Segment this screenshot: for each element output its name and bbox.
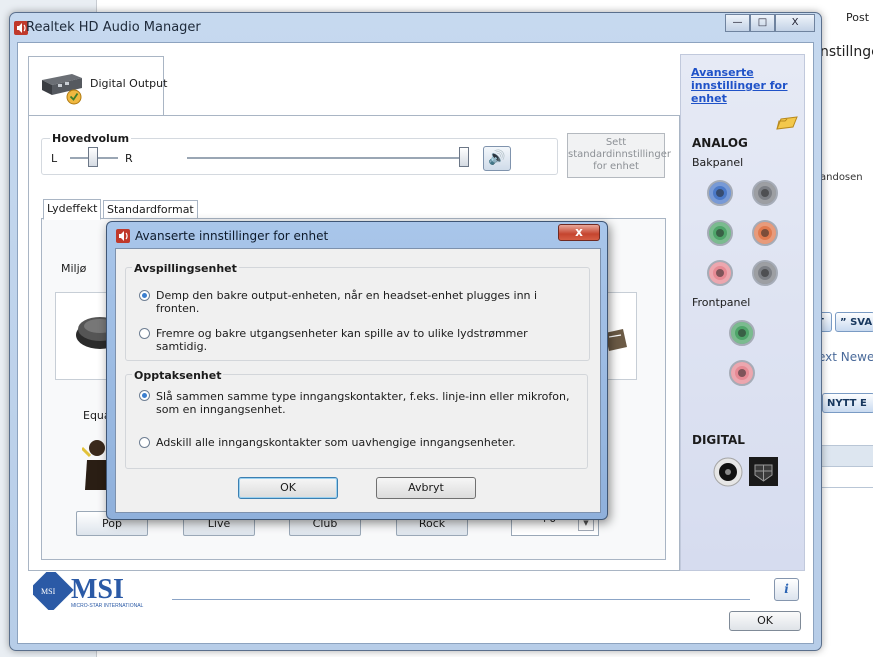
coaxial-port-icon[interactable] <box>712 457 744 487</box>
tab-sound-effects[interactable]: Lydeffekt <box>43 199 102 220</box>
recording-merge-radio[interactable] <box>139 390 150 401</box>
bg-post-link[interactable]: Post <box>846 11 869 24</box>
balance-right-label: R <box>125 152 133 165</box>
msi-logo-text: MSI <box>71 574 124 605</box>
jack-gray-rear[interactable] <box>752 260 778 286</box>
playback-independent-radio[interactable] <box>139 328 150 339</box>
main-ok-button[interactable]: OK <box>729 611 801 631</box>
bg-new-thread-button[interactable]: NYTT E <box>822 393 873 413</box>
msi-logo: MSI MSI MICRO-STAR INTERNATIONAL <box>33 572 144 610</box>
advanced-settings-link[interactable]: Avanserte innstillinger for enhet <box>691 66 791 105</box>
tab-default-format[interactable]: Standardformat <box>103 200 198 219</box>
jack-orange-center[interactable] <box>752 220 778 246</box>
jack-front-green[interactable] <box>729 320 755 346</box>
quote-icon: ” <box>840 317 851 328</box>
environment-label: Miljø <box>61 262 87 275</box>
optical-port-icon[interactable] <box>749 457 778 486</box>
digital-output-device-icon <box>42 74 82 105</box>
bg-user-text: andosen <box>820 172 863 183</box>
playback-mute-rear-label: Demp den bakre output-enheten, når en he… <box>156 289 538 315</box>
front-panel-label: Frontpanel <box>692 296 751 309</box>
back-panel-label: Bakpanel <box>692 156 744 169</box>
dialog-speaker-icon <box>116 229 130 243</box>
jack-green-front[interactable] <box>707 220 733 246</box>
dialog-title: Avanserte innstillinger for enhet <box>135 229 329 243</box>
svg-text:MSI: MSI <box>41 587 56 596</box>
maximize-button[interactable]: □ <box>750 14 775 32</box>
close-button[interactable]: X <box>775 14 815 32</box>
playback-group-title: Avspillingsenhet <box>132 262 239 275</box>
set-default-device-label: Sett standardinnstillinger for enhet <box>568 137 672 172</box>
recording-device-group <box>125 374 588 469</box>
recording-separate-label: Adskill alle inngangskontakter som uavhe… <box>156 436 516 449</box>
set-default-device-button[interactable]: Sett standardinnstillinger for enhet <box>567 133 671 178</box>
analog-heading: ANALOG <box>692 136 748 150</box>
digital-heading: DIGITAL <box>692 433 745 447</box>
recording-group-title: Opptaksenhet <box>132 369 224 382</box>
recording-merge-label: Slå sammen samme type inngangskontakter,… <box>156 390 570 416</box>
mute-button[interactable]: 🔊 <box>483 146 511 171</box>
master-volume-label: Hovedvolum <box>50 132 132 145</box>
minimize-button[interactable]: — <box>725 14 750 32</box>
msi-logo-sub: MICRO-STAR INTERNATIONAL <box>71 603 144 609</box>
volume-slider-thumb[interactable] <box>459 147 469 167</box>
dialog-ok-button[interactable]: OK <box>238 477 338 499</box>
dialog-close-button[interactable]: x <box>558 224 600 241</box>
recording-separate-radio[interactable] <box>139 437 150 448</box>
info-button[interactable]: i <box>774 578 799 601</box>
dialog-cancel-button[interactable]: Avbryt <box>376 477 476 499</box>
jack-blue-line-in[interactable] <box>707 180 733 206</box>
playback-independent-label: Fremre og bakre utgangsenheter kan spill… <box>156 327 528 353</box>
balance-left-label: L <box>51 152 58 165</box>
jack-front-pink[interactable] <box>729 360 755 386</box>
bg-new-thread-label: NYTT E <box>827 398 867 409</box>
volume-slider-track <box>187 157 467 160</box>
bg-heading-text: nstillnge <box>820 44 873 60</box>
tab-digital-output-label: Digital Output <box>90 77 168 90</box>
speaker-volume-icon: 🔊 <box>488 150 506 166</box>
bg-next-link[interactable]: ext Newe <box>818 350 873 364</box>
bg-reply-button[interactable]: ” SVA <box>835 312 873 332</box>
footer-divider <box>172 599 750 600</box>
bg-reply-label: SVA <box>850 317 873 328</box>
jack-pink-mic[interactable] <box>707 260 733 286</box>
balance-slider-thumb[interactable] <box>88 147 98 167</box>
window-title: Realtek HD Audio Manager <box>26 20 201 35</box>
folder-icon[interactable] <box>775 113 799 133</box>
playback-mute-rear-radio[interactable] <box>139 290 150 301</box>
jack-gray-side[interactable] <box>752 180 778 206</box>
